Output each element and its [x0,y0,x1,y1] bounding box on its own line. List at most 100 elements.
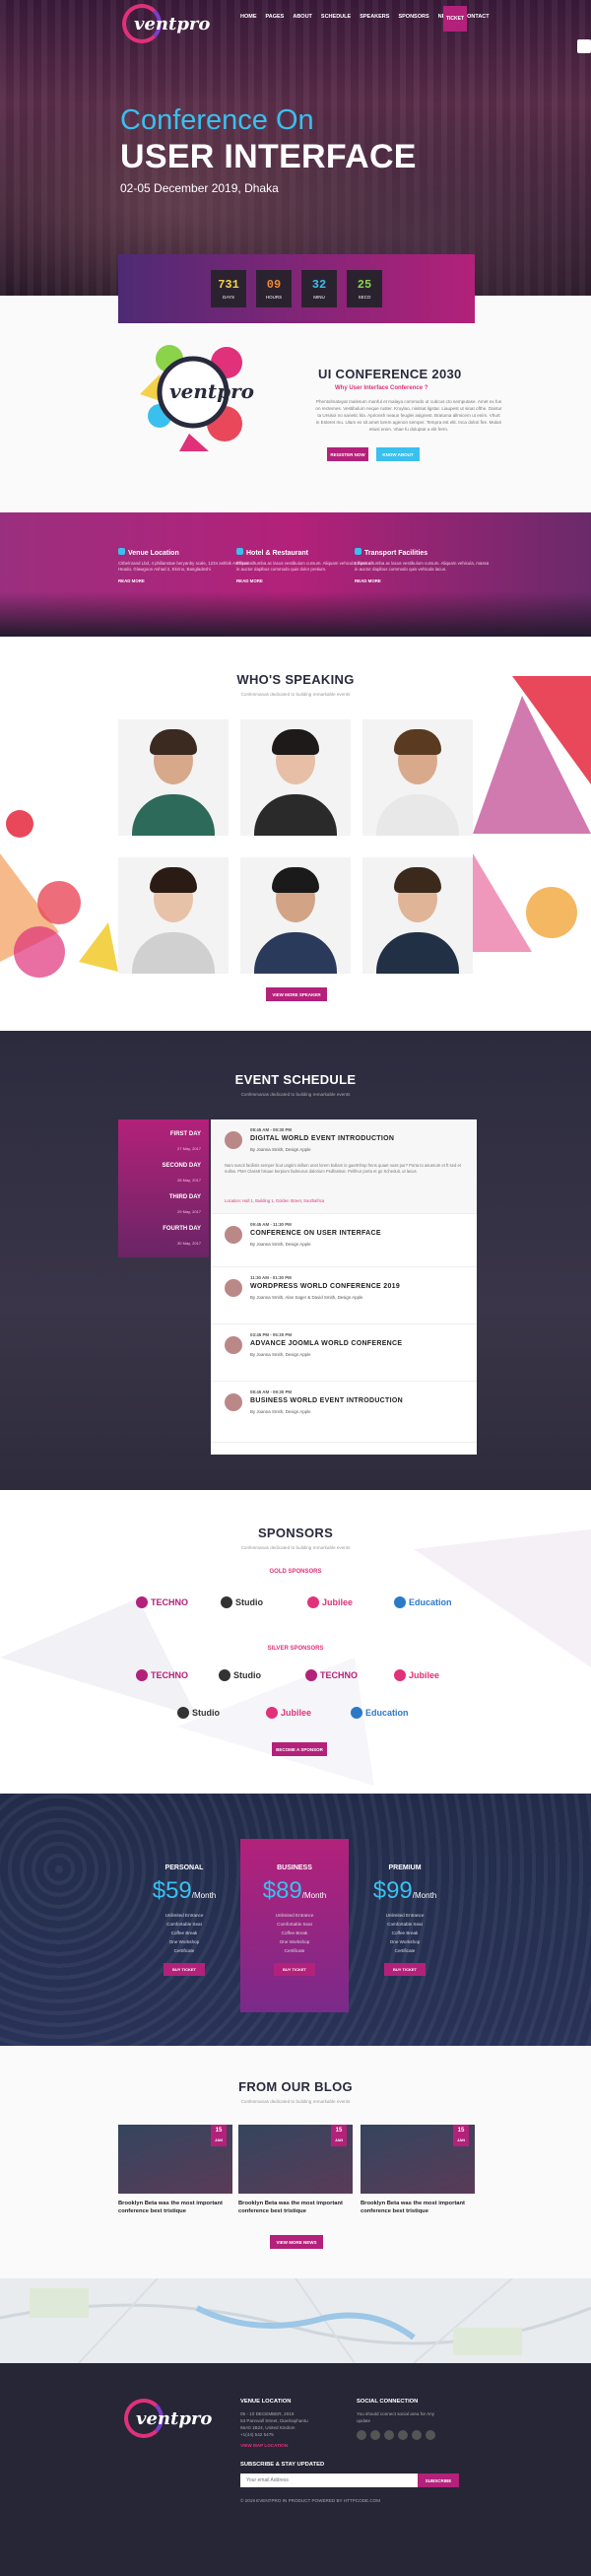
sponsor-logo[interactable]: Jubilee [307,1596,353,1608]
day-date: 28 May, 2017 [177,1178,201,1183]
twitter-icon[interactable] [370,2430,380,2440]
sponsor-mark-icon [136,1596,148,1608]
sponsor-mark-icon [351,1707,362,1719]
sponsor-logo[interactable]: Jubilee [394,1669,439,1681]
nav-item-schedule[interactable]: SCHEDULE [321,14,351,20]
blog-post-image[interactable]: 15 JAN [118,2125,232,2194]
info-item: Venue Location Citbelroand Lbd, 4 philian… [118,548,256,583]
buy-ticket-button[interactable]: BUY TICKET [274,1963,315,1976]
info-item-title: Hotel & Restaurant [236,548,374,557]
schedule-day-tab[interactable]: SECOND DAY 28 May, 2017 [163,1163,201,1186]
schedule-day-tab[interactable]: FOURTH DAY 30 May, 2017 [163,1226,201,1250]
blog-post-image[interactable]: 15 JAN [361,2125,475,2194]
sponsor-logo[interactable]: Education [394,1596,452,1608]
know-about-button[interactable]: KNOW ABOUT [376,447,420,461]
footer-logo[interactable]: ventpro [122,2399,212,2442]
ticket-button[interactable]: TICKET [443,6,467,32]
blog-post-title[interactable]: Brooklyn Beta was the most important con… [238,2200,353,2215]
speaker-photo[interactable] [362,719,473,836]
nav-item-contact[interactable]: CONTACT [463,14,489,20]
sponsor-logo[interactable]: TECHNO [136,1669,188,1681]
info-text: Ellipsit siltumba ac lacus vestibulum cu… [355,561,490,572]
sponsor-logo[interactable]: Studio [177,1707,220,1719]
sponsor-logo[interactable]: TECHNO [305,1669,358,1681]
day-label: SECOND DAY [162,1163,201,1169]
plan-feature: One Workshop [168,1939,200,1944]
location-map[interactable] [0,2278,591,2363]
sponsor-logo[interactable]: Studio [219,1669,261,1681]
schedule-item[interactable]: 08:45 AM - 09:30 PM DIGITAL WORLD EVENT I… [211,1119,477,1214]
schedule-item[interactable]: 03:45 PM - 05:30 PM ADVANCE JOOMLA WORLD … [211,1324,477,1382]
blog-post-title[interactable]: Brooklyn Beta was the most important con… [118,2200,232,2215]
about-section: ventpro UI CONFERENCE 2030 Why User Inte… [0,296,591,512]
nav-item-pages[interactable]: PAGES [266,14,285,20]
register-now-button[interactable]: REGISTER NOW [327,447,368,461]
plan-price-value: $99 [372,1877,413,1904]
schedule-item[interactable]: 11:30 AM - 01:30 PM WORDPRESS WORLD CONFE… [211,1267,477,1324]
schedule-day-tab[interactable]: THIRD DAY 29 May, 2017 [169,1194,201,1218]
view-map-link[interactable]: VIEW MAP LOCATION [240,2442,288,2449]
nav-item-about[interactable]: ABOUT [293,14,312,20]
sponsor-logo[interactable]: Studio [221,1596,263,1608]
speaker-avatar [225,1336,242,1354]
buy-ticket-button[interactable]: BUY TICKET [164,1963,205,1976]
speaker-photo[interactable] [240,719,351,836]
read-more-link[interactable]: READ MORE [355,578,492,583]
svg-text:ventpro: ventpro [169,379,254,403]
schedule-item[interactable]: 08:45 AM - 09:30 PM BUSINESS WORLD EVENT … [211,1382,477,1443]
blog-post-image[interactable]: 15 JAN [238,2125,353,2194]
session-speaker: By Joanna Smith, Alan Sager & David Smit… [250,1295,363,1300]
map-graphic [0,2278,591,2363]
speakers-section: WHO'S SPEAKING Confesmanas dedicated to … [0,637,591,1031]
view-more-speakers-button[interactable]: VIEW MORE SPEAKER [266,987,327,1001]
info-band: Venue Location Citbelroand Lbd, 4 philian… [0,512,591,637]
sponsor-mark-icon [177,1707,189,1719]
nav-item-home[interactable]: HOME [240,14,257,20]
blog-post[interactable]: 15 JAN Brooklyn Beta was the most importan… [118,2125,232,2215]
become-sponsor-button[interactable]: BECOME A SPONSOR [272,1742,327,1756]
plan-feature: Coffee Break [281,1931,308,1935]
blog-post[interactable]: 15 JAN Brooklyn Beta was the most importan… [238,2125,353,2215]
instagram-icon[interactable] [412,2430,422,2440]
speaker-photo[interactable] [118,857,229,974]
speaker-photo[interactable] [118,719,229,836]
site-logo[interactable]: ventpro [120,4,210,47]
plan-period: /Month [412,1891,437,1900]
sponsor-logo[interactable]: TECHNO [136,1596,188,1608]
hero-title-line1: Conference On [120,104,314,136]
session-time: 09:45 AM - 11:30 PM [250,1222,292,1227]
sponsor-name: TECHNO [320,1670,358,1680]
speakers-subtitle: Confesmanas dedicated to building remark… [240,692,351,697]
subscribe-button[interactable]: SUBSCRIBE [418,2474,459,2487]
copyright: © 2019 EVENTPRO IN PRODUCT POWERED BY HT… [240,2498,381,2503]
plan-features: Unlimited Entrance Comfortable Seat Coffee… [240,1911,349,1955]
pinterest-icon[interactable] [426,2430,435,2440]
cart-icon[interactable] [577,39,591,53]
post-month: JAN [214,2137,223,2142]
blog-post[interactable]: 15 JAN Brooklyn Beta was the most importan… [361,2125,475,2215]
session-time: 11:30 AM - 01:30 PM [250,1275,292,1280]
session-title: DIGITAL WORLD EVENT INTRODUCTION [250,1135,395,1142]
blog-post-title[interactable]: Brooklyn Beta was the most important con… [361,2200,475,2215]
nav-item-sponsors[interactable]: SPONSORS [398,14,428,20]
schedule-day-tab[interactable]: FIRST DAY 27 May, 2017 [170,1131,201,1155]
read-more-link[interactable]: READ MORE [118,578,256,583]
facebook-icon[interactable] [357,2430,366,2440]
schedule-item[interactable]: 09:45 AM - 11:30 PM CONFERENCE ON USER IN… [211,1214,477,1267]
pricing-plan: BUSINESS $89/Month Unlimited Entrance Comfo… [240,1839,349,2012]
day-label: FOURTH DAY [163,1226,201,1232]
speaker-photo[interactable] [240,857,351,974]
info-item: Hotel & Restaurant Ellipsit siltumba ac l… [236,548,374,583]
hero-title-line2: USER INTERFACE [120,138,417,175]
linkedin-icon[interactable] [398,2430,408,2440]
nav-item-speakers[interactable]: SPEAKERS [360,14,389,20]
sponsor-logo[interactable]: Jubilee [266,1707,311,1719]
view-more-news-button[interactable]: VIEW MORE NEWS [270,2235,323,2249]
sponsor-logo[interactable]: Education [351,1707,409,1719]
speaker-photo[interactable] [362,857,473,974]
buy-ticket-button[interactable]: BUY TICKET [384,1963,426,1976]
countdown-unit: MINU [313,295,325,300]
subscribe-email-input[interactable] [240,2474,418,2487]
youtube-icon[interactable] [384,2430,394,2440]
read-more-link[interactable]: READ MORE [236,578,374,583]
